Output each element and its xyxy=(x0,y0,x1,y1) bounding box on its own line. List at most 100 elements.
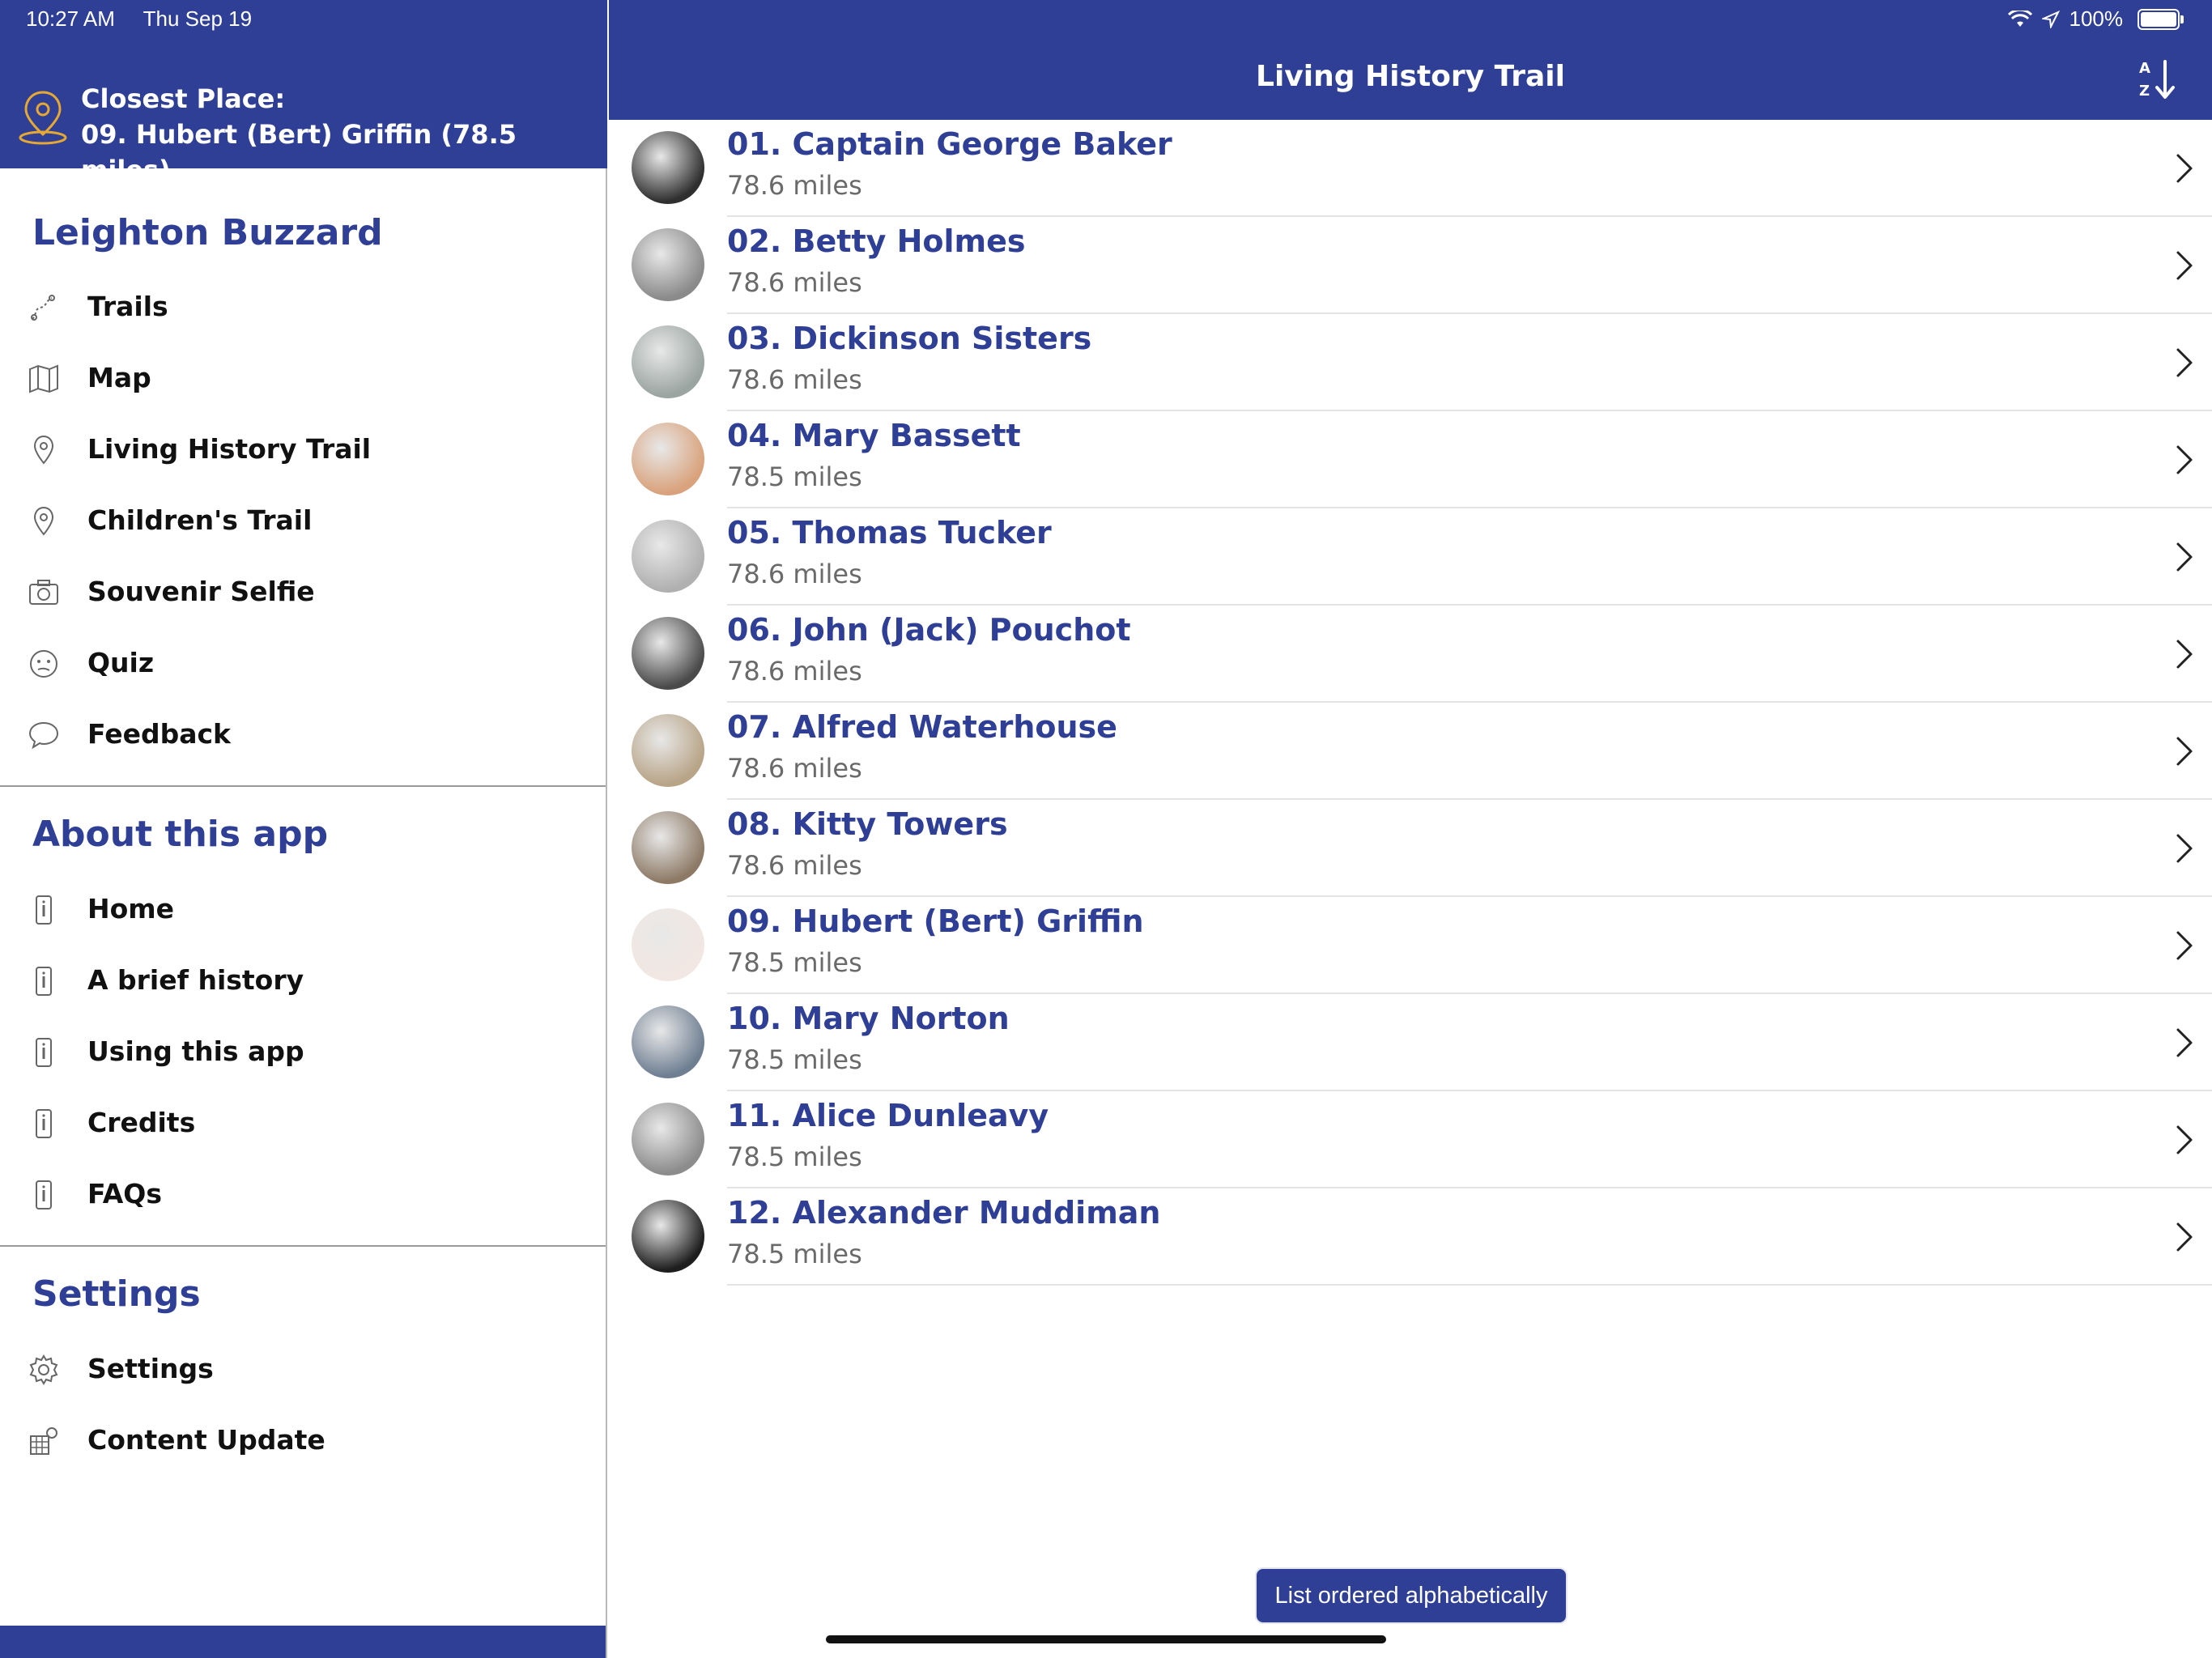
place-distance: 78.6 miles xyxy=(727,850,862,881)
chevron-right-icon xyxy=(2176,1125,2193,1154)
list-item[interactable]: 05. Thomas Tucker 78.6 miles xyxy=(609,508,2212,606)
place-title: 02. Betty Holmes xyxy=(727,223,1026,259)
section-title-about-this-app: About this app xyxy=(32,814,329,855)
place-distance: 78.6 miles xyxy=(727,656,862,687)
sidebar-item-trails[interactable]: Trails xyxy=(0,274,606,338)
sidebar-item-label: Quiz xyxy=(87,646,155,678)
place-thumbnail xyxy=(632,423,704,495)
trails-icon xyxy=(31,295,55,321)
sidebar-item-label: Credits xyxy=(87,1106,196,1138)
chevron-right-icon xyxy=(2176,640,2193,669)
place-distance: 78.6 miles xyxy=(727,364,862,395)
place-distance: 78.6 miles xyxy=(727,753,862,784)
place-title: 05. Thomas Tucker xyxy=(727,515,1052,551)
phone-info-icon xyxy=(36,895,52,925)
list-item[interactable]: 08. Kitty Towers 78.6 miles xyxy=(609,800,2212,897)
chevron-right-icon xyxy=(2176,154,2193,183)
list-item[interactable]: 11. Alice Dunleavy 78.5 miles xyxy=(609,1091,2212,1188)
chevron-right-icon xyxy=(2176,251,2193,280)
content-update-icon xyxy=(30,1427,57,1455)
place-thumbnail xyxy=(632,325,704,398)
place-distance: 78.5 miles xyxy=(727,1239,862,1269)
sidebar-item-label: Feedback xyxy=(87,717,231,750)
quiz-face-icon xyxy=(30,650,57,678)
chevron-right-icon xyxy=(2176,737,2193,766)
status-left: 10:27 AM Thu Sep 19 xyxy=(26,6,274,32)
status-time: 10:27 AM xyxy=(26,6,115,31)
sidebar-item-settings[interactable]: Settings xyxy=(0,1336,606,1401)
place-thumbnail xyxy=(632,1103,704,1175)
page-title: Living History Trail xyxy=(1256,60,1565,93)
place-thumbnail xyxy=(632,131,704,204)
list-item[interactable]: 12. Alexander Muddiman 78.5 miles xyxy=(609,1188,2212,1286)
phone-info-icon xyxy=(36,967,52,996)
place-list: 01. Captain George Baker 78.6 miles 02. Be… xyxy=(609,120,2212,1286)
sidebar-item-quiz[interactable]: Quiz xyxy=(0,630,606,695)
list-item[interactable]: 07. Alfred Waterhouse 78.6 miles xyxy=(609,703,2212,800)
sidebar-item-living-history-trail[interactable]: Living History Trail xyxy=(0,416,606,481)
svg-text:Z: Z xyxy=(2139,83,2150,100)
place-title: 03. Dickinson Sisters xyxy=(727,321,1092,356)
svg-text:A: A xyxy=(2139,60,2150,77)
list-item[interactable]: 09. Hubert (Bert) Griffin 78.5 miles xyxy=(609,897,2212,994)
section-divider xyxy=(0,1245,606,1247)
camera-icon xyxy=(29,580,58,605)
gear-icon xyxy=(29,1354,58,1385)
sidebar-item-label: FAQs xyxy=(87,1177,162,1209)
place-title: 04. Mary Bassett xyxy=(727,418,1021,453)
sidebar: Closest Place: 09. Hubert (Bert) Griffin… xyxy=(0,0,607,1658)
place-distance: 78.5 miles xyxy=(727,461,862,492)
sidebar-item-label: Settings xyxy=(87,1352,214,1384)
place-title: 07. Alfred Waterhouse xyxy=(727,709,1117,745)
sidebar-item-childrens-trail[interactable]: Children's Trail xyxy=(0,487,606,552)
sidebar-item-content-update[interactable]: Content Update xyxy=(0,1407,606,1472)
sidebar-item-souvenir-selfie[interactable]: Souvenir Selfie xyxy=(0,559,606,623)
place-distance: 78.5 miles xyxy=(727,947,862,978)
place-title: 01. Captain George Baker xyxy=(727,126,1172,162)
location-arrow-icon xyxy=(2041,10,2060,28)
place-title: 12. Alexander Muddiman xyxy=(727,1195,1161,1231)
sidebar-item-using-this-app[interactable]: Using this app xyxy=(0,1018,606,1083)
sidebar-item-credits[interactable]: Credits xyxy=(0,1090,606,1154)
home-indicator xyxy=(826,1635,1386,1643)
list-item[interactable]: 06. John (Jack) Pouchot 78.6 miles xyxy=(609,606,2212,703)
battery-icon xyxy=(2138,8,2184,30)
sidebar-item-home[interactable]: Home xyxy=(0,876,606,941)
phone-info-icon xyxy=(36,1038,52,1067)
phone-info-icon xyxy=(36,1180,52,1209)
status-right: 100% xyxy=(2007,6,2184,32)
list-item[interactable]: 03. Dickinson Sisters 78.6 miles xyxy=(609,314,2212,411)
place-title: 08. Kitty Towers xyxy=(727,806,1008,842)
place-title: 09. Hubert (Bert) Griffin xyxy=(727,903,1144,939)
list-item[interactable]: 10. Mary Norton 78.5 miles xyxy=(609,994,2212,1091)
sidebar-item-feedback[interactable]: Feedback xyxy=(0,701,606,766)
section-title-leighton-buzzard: Leighton Buzzard xyxy=(32,212,383,253)
section-divider xyxy=(0,785,606,787)
place-thumbnail xyxy=(632,908,704,981)
sidebar-item-map[interactable]: Map xyxy=(0,345,606,410)
sidebar-item-label: Map xyxy=(87,361,151,393)
toast-message: List ordered alphabetically xyxy=(1255,1567,1568,1624)
place-title: 06. John (Jack) Pouchot xyxy=(727,612,1131,648)
list-item[interactable]: 04. Mary Bassett 78.5 miles xyxy=(609,411,2212,508)
place-distance: 78.5 miles xyxy=(727,1141,862,1172)
sidebar-item-label: Content Update xyxy=(87,1423,325,1456)
sidebar-item-faqs[interactable]: FAQs xyxy=(0,1161,606,1226)
status-bar: 10:27 AM Thu Sep 19 100% xyxy=(0,0,2212,39)
chevron-right-icon xyxy=(2176,931,2193,960)
section-title-settings: Settings xyxy=(32,1273,201,1315)
speech-bubble-icon xyxy=(28,721,59,750)
place-title: 11. Alice Dunleavy xyxy=(727,1098,1049,1133)
place-thumbnail xyxy=(632,1005,704,1078)
wifi-icon xyxy=(2007,10,2032,27)
sidebar-item-label: Trails xyxy=(87,290,168,322)
place-title: 10. Mary Norton xyxy=(727,1001,1010,1036)
sidebar-item-label: A brief history xyxy=(87,963,304,996)
battery-percent: 100% xyxy=(2069,6,2124,31)
sidebar-item-label: Living History Trail xyxy=(87,432,372,465)
sidebar-item-a-brief-history[interactable]: A brief history xyxy=(0,947,606,1012)
list-item[interactable]: 01. Captain George Baker 78.6 miles xyxy=(609,120,2212,217)
location-pin-icon xyxy=(33,435,54,465)
list-item[interactable]: 02. Betty Holmes 78.6 miles xyxy=(609,217,2212,314)
sort-az-icon[interactable]: A Z xyxy=(2136,57,2181,102)
